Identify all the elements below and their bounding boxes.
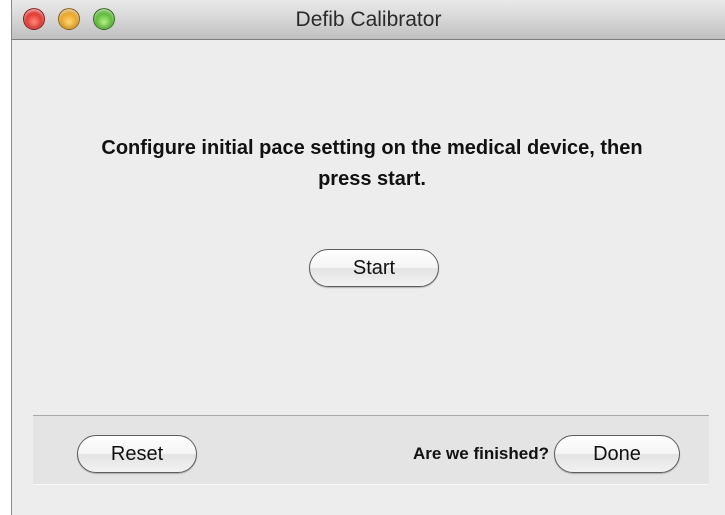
instruction-message: Configure initial pace setting on the me… [101,137,643,190]
start-button[interactable]: Start [309,249,439,287]
app-window: Defib Calibrator Configure initial pace … [11,0,725,515]
finished-prompt-label: Are we finished? [412,444,549,463]
title-bar[interactable]: Defib Calibrator [12,0,725,40]
reset-button[interactable]: Reset [77,435,197,473]
done-button[interactable]: Done [554,435,680,473]
window-title: Defib Calibrator [295,8,442,31]
footer-panel: Reset Are we finished? Done [33,415,709,485]
